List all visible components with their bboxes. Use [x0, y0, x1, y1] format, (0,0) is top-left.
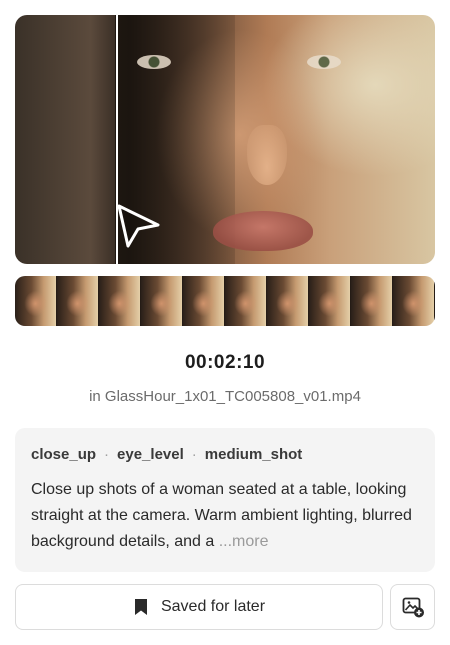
add-to-collection-button[interactable] — [390, 584, 435, 630]
preview-eye-right — [307, 55, 341, 69]
bookmark-icon — [134, 599, 147, 615]
filmstrip[interactable] — [15, 276, 435, 326]
filmstrip-frame[interactable] — [309, 276, 351, 326]
preview-nose — [247, 125, 287, 185]
image-add-icon — [402, 597, 424, 618]
filmstrip-frame[interactable] — [99, 276, 141, 326]
filmstrip-frame[interactable] — [141, 276, 183, 326]
source-filename: in GlassHour_1x01_TC005808_v01.mp4 — [89, 388, 361, 405]
tag[interactable]: close_up — [31, 446, 96, 463]
filmstrip-frame[interactable] — [15, 276, 57, 326]
timecode: 00:02:10 — [184, 352, 266, 373]
tag-list: close_up · eye_level · medium_shot — [31, 446, 419, 463]
filmstrip-frame[interactable] — [267, 276, 309, 326]
preview-lips — [213, 211, 313, 251]
more-link[interactable]: ...more — [219, 533, 269, 550]
tag-separator: · — [104, 446, 110, 463]
filmstrip-frame[interactable] — [183, 276, 225, 326]
filmstrip-frame[interactable] — [351, 276, 393, 326]
filmstrip-frame[interactable] — [225, 276, 267, 326]
preview-eye-left — [137, 55, 171, 69]
tag[interactable]: eye_level — [117, 446, 184, 463]
saved-for-later-label: Saved for later — [160, 598, 266, 615]
filmstrip-frame[interactable] — [393, 276, 435, 326]
pointer-arrow-icon — [117, 204, 160, 248]
shot-description: Close up shots of a woman seated at a ta… — [31, 477, 423, 555]
video-preview[interactable] — [15, 15, 435, 264]
tag-separator: · — [191, 446, 197, 463]
shot-details-card: close_up · eye_level · medium_shot Close… — [15, 428, 435, 572]
filmstrip-frame[interactable] — [57, 276, 99, 326]
saved-for-later-button[interactable]: Saved for later — [15, 584, 383, 630]
tag[interactable]: medium_shot — [205, 446, 303, 463]
